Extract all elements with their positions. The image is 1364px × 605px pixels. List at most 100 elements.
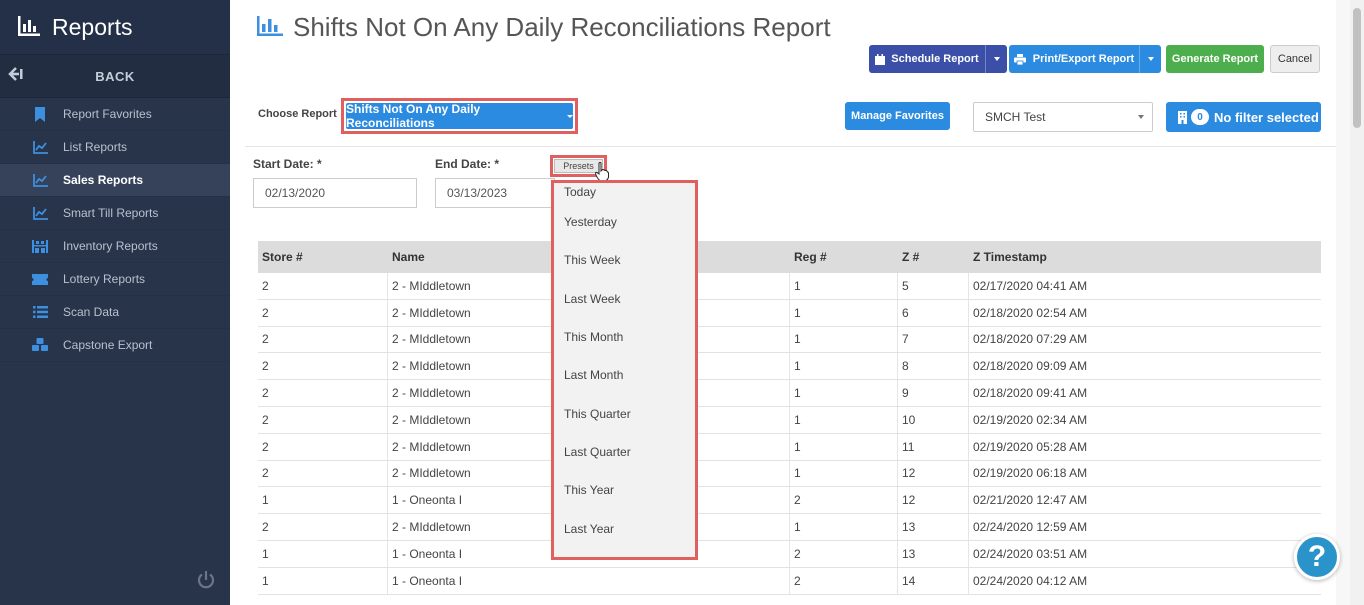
cell-reg: 1 xyxy=(790,353,898,380)
column-header-reg[interactable]: Reg # xyxy=(790,241,898,273)
sidebar-item-label: Capstone Export xyxy=(63,338,153,352)
table-row[interactable]: 22 - MIddletown 1 8 02/18/2020 09:09 AM xyxy=(258,353,1321,381)
page-gutter xyxy=(1336,0,1350,605)
cell-reg: 1 xyxy=(790,380,898,406)
column-header-z-timestamp[interactable]: Z Timestamp xyxy=(969,241,1321,273)
manage-favorites-button[interactable]: Manage Favorites xyxy=(845,102,950,130)
presets-menu-item[interactable]: This Year xyxy=(554,471,695,509)
cell-z: 11 xyxy=(898,433,969,460)
cell-z-timestamp: 02/19/2020 05:28 AM xyxy=(973,439,1088,454)
back-label: BACK xyxy=(95,68,135,84)
presets-menu-item[interactable]: Last Quarter xyxy=(554,433,695,471)
line-chart-icon xyxy=(32,205,48,221)
report-select-highlight: Shifts Not On Any Daily Reconciliations xyxy=(341,98,578,134)
main-content: Shifts Not On Any Daily Reconciliations … xyxy=(245,0,1336,605)
cell-z-timestamp: 02/19/2020 02:34 AM xyxy=(973,412,1088,427)
help-button[interactable]: ? xyxy=(1294,534,1340,580)
cell-reg: 1 xyxy=(790,514,898,540)
caret-down-icon xyxy=(567,114,573,118)
sidebar-item-list-reports[interactable]: List Reports xyxy=(0,131,230,164)
cell-z: 10 xyxy=(898,406,969,433)
presets-menu-item[interactable]: Last Year xyxy=(554,509,695,547)
back-button[interactable]: BACK xyxy=(0,55,230,98)
cell-z: 14 xyxy=(898,567,969,594)
sidebar-item-inventory-reports[interactable]: Inventory Reports xyxy=(0,230,230,263)
store-select[interactable]: SMCH Test xyxy=(973,102,1153,132)
cell-z: 12 xyxy=(898,487,969,514)
cancel-button[interactable]: Cancel xyxy=(1270,45,1320,73)
line-chart-icon xyxy=(32,139,48,155)
caret-down-icon xyxy=(993,57,1000,61)
presets-menu-item[interactable]: Yesterday xyxy=(554,203,695,241)
cell-store: 2 xyxy=(258,433,388,460)
print-export-button[interactable]: Print/Export Report xyxy=(1009,45,1161,73)
presets-menu-item[interactable]: Today xyxy=(554,183,695,203)
report-select-dropdown[interactable]: Shifts Not On Any Daily Reconciliations xyxy=(346,102,573,130)
table-row[interactable]: 11 - Oneonta I 2 14 02/24/2020 04:12 AM xyxy=(258,567,1321,595)
cell-z-timestamp: 02/18/2020 09:09 AM xyxy=(973,359,1088,374)
cubes-icon xyxy=(32,337,48,353)
bar-chart-icon xyxy=(257,16,283,39)
table-row[interactable]: 22 - MIddletown 1 10 02/19/2020 02:34 AM xyxy=(258,406,1321,434)
presets-menu-item[interactable]: Last Month xyxy=(554,356,695,394)
sidebar-item-smart-till-reports[interactable]: Smart Till Reports xyxy=(0,197,230,230)
cell-store: 1 xyxy=(258,567,388,594)
presets-menu-item[interactable]: This Month xyxy=(554,318,695,356)
presets-menu-item[interactable]: Last Week xyxy=(554,280,695,318)
table-row[interactable]: 22 - MIddletown 1 13 02/24/2020 12:59 AM xyxy=(258,514,1321,541)
table-row[interactable]: 22 - MIddletown 1 5 02/17/2020 04:41 AM xyxy=(258,273,1321,300)
table-row[interactable]: 11 - Oneonta I 2 12 02/21/2020 12:47 AM xyxy=(258,487,1321,515)
sidebar-item-scan-data[interactable]: Scan Data xyxy=(0,296,230,329)
ticket-icon xyxy=(32,271,48,287)
page-title-text: Shifts Not On Any Daily Reconciliations … xyxy=(293,12,831,42)
choose-report-label: Choose Report xyxy=(258,108,337,120)
generate-report-button[interactable]: Generate Report xyxy=(1166,45,1264,73)
cell-z-timestamp: 02/17/2020 04:41 AM xyxy=(973,278,1088,293)
column-header-store[interactable]: Store # xyxy=(258,241,388,273)
list-icon xyxy=(32,304,48,320)
store-select-value: SMCH Test xyxy=(985,110,1046,124)
table-row[interactable]: 22 - MIddletown 1 12 02/19/2020 06:18 AM xyxy=(258,460,1321,488)
cell-z-timestamp: 02/18/2020 07:29 AM xyxy=(973,332,1088,347)
cell-store: 2 xyxy=(258,273,388,299)
sidebar-item-label: List Reports xyxy=(63,140,128,154)
cell-z: 7 xyxy=(898,326,969,353)
report-table: Store # Name Reg # Z # Z Timestamp 22 - … xyxy=(258,241,1321,595)
sidebar-item-label: Report Favorites xyxy=(63,107,152,121)
sidebar-item-sales-reports[interactable]: Sales Reports xyxy=(0,164,230,197)
sidebar-item-capstone-export[interactable]: Capstone Export xyxy=(0,329,230,362)
arrow-left-icon xyxy=(8,66,24,85)
page-title: Shifts Not On Any Daily Reconciliations … xyxy=(257,12,831,43)
cell-z-timestamp: 02/24/2020 03:51 AM xyxy=(973,546,1088,561)
scrollbar-thumb[interactable] xyxy=(1353,8,1361,128)
table-header: Store # Name Reg # Z # Z Timestamp xyxy=(258,241,1321,273)
cell-reg: 1 xyxy=(790,406,898,433)
end-date-input[interactable]: 03/13/2023 xyxy=(435,178,555,208)
cell-reg: 1 xyxy=(790,273,898,299)
presets-dropdown-menu: Today Yesterday This Week Last Week This Mon… xyxy=(551,180,698,560)
table-row[interactable]: 11 - Oneonta I 2 13 02/24/2020 03:51 AM xyxy=(258,540,1321,568)
start-date-input[interactable]: 02/13/2020 xyxy=(253,178,417,208)
table-row[interactable]: 22 - MIddletown 1 11 02/19/2020 05:28 AM xyxy=(258,433,1321,461)
sidebar-item-label: Scan Data xyxy=(63,305,120,319)
table-row[interactable]: 22 - MIddletown 1 9 02/18/2020 09:41 AM xyxy=(258,380,1321,407)
scrollbar[interactable] xyxy=(1350,0,1364,605)
cell-reg: 1 xyxy=(790,299,898,326)
presets-menu-item[interactable]: This Quarter xyxy=(554,394,695,432)
filter-button[interactable]: 0 No filter selected xyxy=(1166,102,1321,132)
print-dropdown-toggle[interactable] xyxy=(1139,45,1161,73)
cell-z-timestamp: 02/21/2020 12:47 AM xyxy=(973,493,1088,508)
column-header-z[interactable]: Z # xyxy=(898,241,969,273)
schedule-report-button[interactable]: Schedule Report xyxy=(869,45,1007,73)
table-row[interactable]: 22 - MIddletown 1 6 02/18/2020 02:54 AM xyxy=(258,299,1321,327)
sidebar-title: Reports xyxy=(52,13,133,40)
schedule-dropdown-toggle[interactable] xyxy=(985,45,1007,73)
table-row[interactable]: 22 - MIddletown 1 7 02/18/2020 07:29 AM xyxy=(258,326,1321,354)
calendar-icon xyxy=(875,53,886,65)
sidebar-item-label: Smart Till Reports xyxy=(63,206,159,220)
power-icon[interactable] xyxy=(196,570,216,593)
cell-z: 5 xyxy=(898,273,969,299)
sidebar-item-report-favorites[interactable]: Report Favorites xyxy=(0,98,230,131)
sidebar-item-lottery-reports[interactable]: Lottery Reports xyxy=(0,263,230,296)
presets-menu-item[interactable]: This Week xyxy=(554,241,695,279)
